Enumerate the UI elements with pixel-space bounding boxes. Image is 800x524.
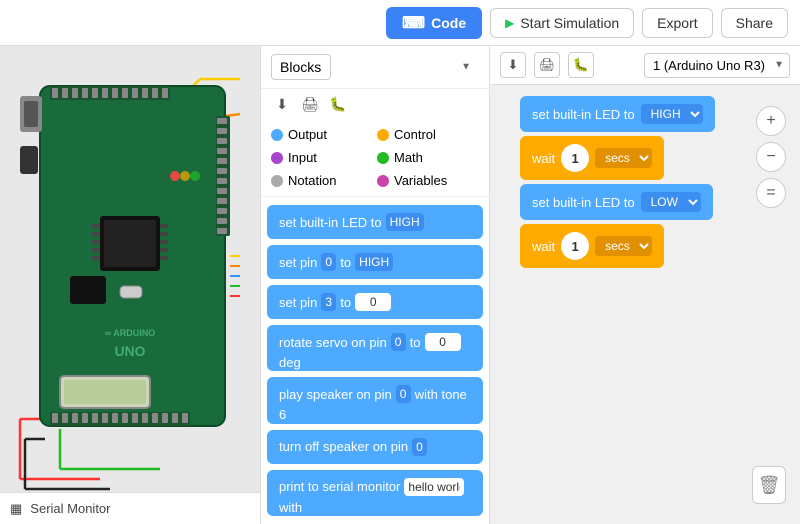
share-label: Share bbox=[736, 15, 773, 31]
servo-pin-select[interactable]: 0 bbox=[391, 333, 406, 351]
zoom-out-icon: − bbox=[766, 148, 775, 166]
trash-button[interactable]: 🗑 bbox=[752, 466, 786, 504]
pin-value-input[interactable] bbox=[355, 293, 391, 311]
main-area: ∞ ARDUINO UNO ▦ Serial Monitor Block bbox=[0, 46, 800, 524]
category-variables[interactable]: Variables bbox=[377, 171, 479, 190]
zoom-fit-button[interactable]: = bbox=[756, 178, 786, 208]
ws-block-set-led-low[interactable]: set built-in LED to LOW bbox=[520, 184, 713, 220]
print-icon[interactable]: 🖨 bbox=[299, 93, 321, 115]
block-set-pin-high[interactable]: set pin 0 to HIGH bbox=[267, 245, 483, 279]
device-select-wrap[interactable]: 1 (Arduino Uno R3) bbox=[644, 53, 790, 78]
servo-angle-input[interactable] bbox=[425, 333, 461, 351]
ws-print-icon[interactable]: 🖨 bbox=[534, 52, 560, 78]
speaker-pin-select[interactable]: 0 bbox=[396, 385, 411, 403]
export-label: Export bbox=[657, 15, 697, 31]
category-notation[interactable]: Notation bbox=[271, 171, 373, 190]
play-icon: ▶ bbox=[505, 16, 514, 30]
speaker-off-pin-select[interactable]: 0 bbox=[412, 438, 427, 456]
zoom-fit-icon: = bbox=[766, 184, 775, 202]
workspace-blocks: set built-in LED to HIGH wait 1 secs set… bbox=[520, 96, 715, 268]
category-output[interactable]: Output bbox=[271, 125, 373, 144]
zoom-controls: + − = bbox=[756, 106, 786, 208]
ws-block-wait-2[interactable]: wait 1 secs bbox=[520, 224, 664, 268]
code-button[interactable]: ⌨ Code bbox=[386, 7, 482, 39]
main-toolbar: ⌨ Code ▶ Start Simulation Export Share bbox=[0, 0, 800, 46]
pin-select-2[interactable]: 3 bbox=[321, 293, 336, 311]
ws-debug-icon[interactable]: 🐛 bbox=[568, 52, 594, 78]
serial-monitor-bar[interactable]: ▦ Serial Monitor bbox=[0, 492, 260, 524]
category-input[interactable]: Input bbox=[271, 148, 373, 167]
trash-icon: 🗑 bbox=[758, 475, 781, 496]
ws-block-set-led-high[interactable]: set built-in LED to HIGH bbox=[520, 96, 715, 132]
blocks-panel: Blocks Code ⬇ 🖨 🐛 Output Control Inp bbox=[260, 46, 490, 524]
sim-label: Start Simulation bbox=[520, 15, 619, 31]
ws-wait-1-unit[interactable]: secs bbox=[595, 148, 652, 168]
serial-icon: ▦ bbox=[10, 501, 22, 517]
ws-download-icon[interactable]: ⬇ bbox=[500, 52, 526, 78]
blocks-header: Blocks Code bbox=[261, 46, 489, 89]
ws-block-wait-1[interactable]: wait 1 secs bbox=[520, 136, 664, 180]
block-rotate-servo[interactable]: rotate servo on pin 0 to deg bbox=[267, 325, 483, 371]
svg-text:UNO: UNO bbox=[114, 343, 145, 359]
block-set-pin-num[interactable]: set pin 3 to bbox=[267, 285, 483, 319]
download-icon[interactable]: ⬇ bbox=[271, 93, 293, 115]
share-button[interactable]: Share bbox=[721, 8, 788, 38]
pin-value-select-1[interactable]: HIGH bbox=[355, 253, 393, 271]
ws-wait-2-value: 1 bbox=[561, 232, 589, 260]
board-canvas: ∞ ARDUINO UNO bbox=[0, 46, 260, 492]
block-play-speaker[interactable]: play speaker on pin 0 with tone 6 bbox=[267, 377, 483, 423]
serial-text-input[interactable] bbox=[404, 478, 464, 496]
block-list: set built-in LED to HIGHLOW set pin 0 to… bbox=[261, 197, 489, 524]
led-value-select[interactable]: HIGHLOW bbox=[386, 213, 424, 231]
category-math[interactable]: Math bbox=[377, 148, 479, 167]
code-label: Code bbox=[431, 15, 466, 31]
code-icon: ⌨ bbox=[402, 13, 425, 33]
blocks-dropdown[interactable]: Blocks Code bbox=[271, 54, 331, 80]
board-panel: ∞ ARDUINO UNO ▦ Serial Monitor bbox=[0, 46, 260, 524]
export-button[interactable]: Export bbox=[642, 8, 712, 38]
ws-led-low-select[interactable]: LOW bbox=[641, 192, 701, 212]
workspace: ⬇ 🖨 🐛 1 (Arduino Uno R3) set built-in LE… bbox=[490, 46, 800, 524]
workspace-top: ⬇ 🖨 🐛 1 (Arduino Uno R3) bbox=[490, 46, 800, 85]
svg-text:∞ ARDUINO: ∞ ARDUINO bbox=[105, 328, 156, 338]
ws-led-high-select[interactable]: HIGH bbox=[641, 104, 703, 124]
pin-select-1[interactable]: 0 bbox=[321, 253, 336, 271]
zoom-out-button[interactable]: − bbox=[756, 142, 786, 172]
debug-icon[interactable]: 🐛 bbox=[327, 93, 349, 115]
zoom-in-button[interactable]: + bbox=[756, 106, 786, 136]
zoom-in-icon: + bbox=[766, 112, 775, 130]
start-simulation-button[interactable]: ▶ Start Simulation bbox=[490, 8, 634, 38]
arduino-board-svg: ∞ ARDUINO UNO bbox=[20, 76, 240, 436]
block-print-serial[interactable]: print to serial monitor with bbox=[267, 470, 483, 516]
serial-monitor-label: Serial Monitor bbox=[30, 501, 110, 516]
ws-wait-2-unit[interactable]: secs bbox=[595, 236, 652, 256]
block-set-led[interactable]: set built-in LED to HIGHLOW bbox=[267, 205, 483, 239]
blocks-toolbar: ⬇ 🖨 🐛 bbox=[261, 89, 489, 119]
category-control[interactable]: Control bbox=[377, 125, 479, 144]
blocks-select-wrap[interactable]: Blocks Code bbox=[271, 54, 479, 80]
device-select[interactable]: 1 (Arduino Uno R3) bbox=[644, 53, 790, 78]
category-grid: Output Control Input Math Notation Varia… bbox=[261, 119, 489, 197]
ws-wait-1-value: 1 bbox=[561, 144, 589, 172]
block-turn-off-speaker[interactable]: turn off speaker on pin 0 bbox=[267, 430, 483, 464]
